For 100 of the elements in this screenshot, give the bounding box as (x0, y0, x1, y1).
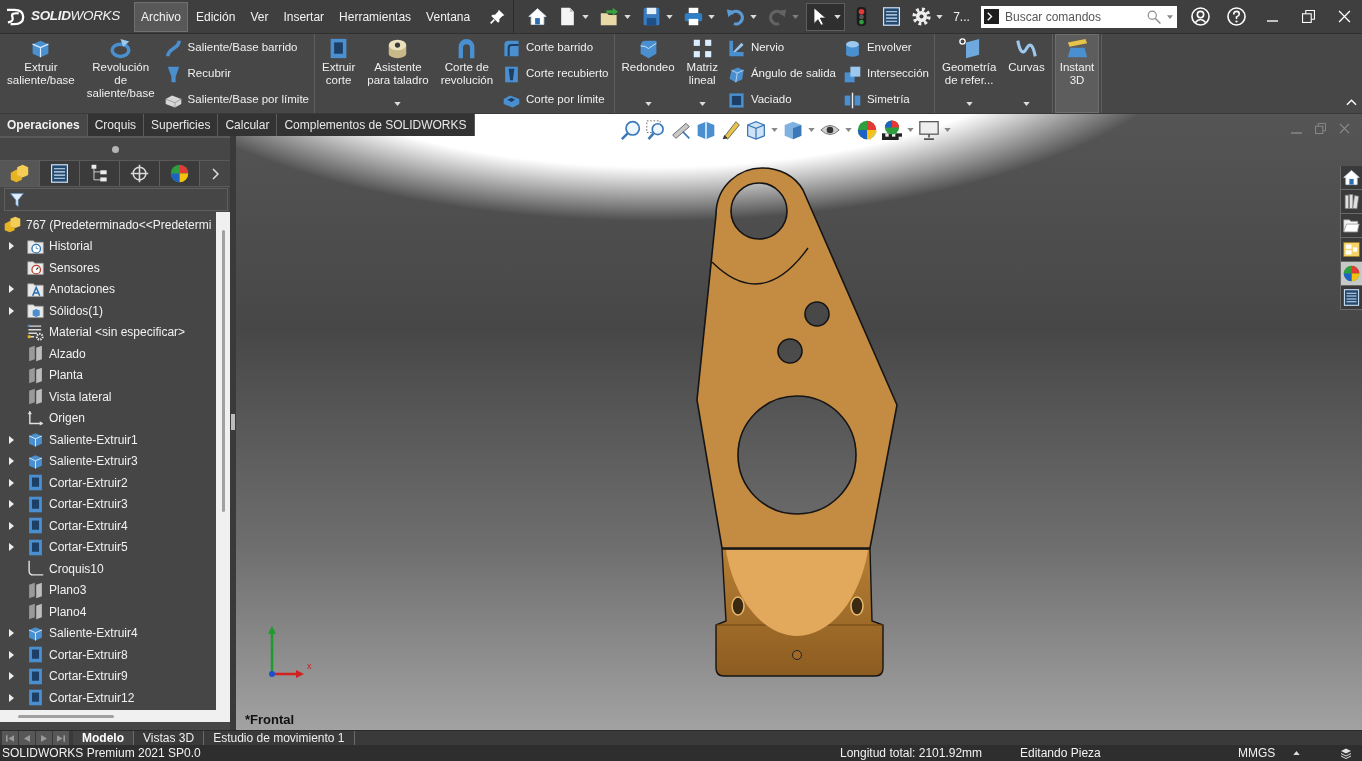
view-tool-button[interactable] (919, 119, 951, 141)
panel-tab[interactable] (40, 161, 80, 186)
ribbon-button[interactable]: Vaciado (724, 87, 839, 113)
search-input[interactable]: Buscar comandos (1005, 5, 1141, 28)
ribbon-button[interactable]: Saliente/Base por límite (161, 87, 312, 113)
search-icon (1147, 9, 1161, 24)
tree-item[interactable]: Historial (0, 235, 216, 257)
menu-item[interactable]: Ver (243, 1, 276, 32)
first-arrow-icon (6, 734, 14, 742)
pencil-icon (721, 120, 741, 140)
scrollbar-thumb[interactable] (221, 230, 225, 512)
tree-item[interactable]: Anotaciones (0, 278, 216, 300)
model-tab[interactable]: Modelo (73, 731, 134, 745)
ribbon-button[interactable]: Extruir saliente/base (2, 34, 80, 113)
ribbon-button[interactable]: Envolver (840, 35, 932, 61)
ribbon-button[interactable]: Corte por límite (500, 87, 612, 113)
vertical-scrollbar[interactable] (216, 212, 230, 710)
grid-squares-icon (691, 38, 713, 59)
command-tab[interactable]: Calcular (218, 114, 278, 136)
tree-item[interactable]: Plano4 (0, 601, 216, 623)
command-tab[interactable]: Superficies (144, 114, 219, 136)
tree-item[interactable]: Vista lateral (0, 386, 216, 408)
task-pane-tab[interactable] (1341, 166, 1362, 190)
part-icon (10, 164, 29, 183)
menu-item[interactable]: Edición (189, 1, 243, 32)
chevron-up-icon (1345, 98, 1357, 106)
tree-item[interactable]: Alzado (0, 343, 216, 365)
panel-tab[interactable] (80, 161, 120, 186)
tree-item[interactable]: Planta (0, 364, 216, 386)
command-tab[interactable]: Croquis (87, 114, 145, 136)
view-tool-button[interactable] (882, 119, 914, 141)
printer-icon (684, 7, 704, 26)
close-icon (1337, 10, 1351, 23)
ribbon-button[interactable]: Saliente/Base barrido (161, 35, 312, 61)
command-tab[interactable]: Operaciones (0, 114, 88, 136)
tree-item[interactable]: Material <sin especificar> (0, 321, 216, 343)
ribbon-button[interactable]: Corte barrido (500, 35, 612, 61)
tree-item[interactable]: Cortar-Extruir8 (0, 644, 216, 666)
command-tab[interactable]: Complementos de SOLIDWORKS (277, 114, 475, 136)
ribbon-button[interactable]: Matriz lineal (681, 34, 723, 113)
search-field[interactable]: Buscar comandos (981, 5, 1177, 28)
tree-item[interactable]: 767 (Predeterminado<<Predetermi (0, 214, 216, 236)
view-name: *Frontal (245, 712, 295, 727)
splitter-handle[interactable] (231, 414, 235, 430)
panel-tab[interactable] (0, 161, 40, 186)
caret-down-icon (750, 14, 758, 19)
tree-item[interactable]: Saliente-Extruir3 (0, 450, 216, 472)
ribbon-button[interactable]: Curvas (1003, 34, 1050, 113)
menu-item[interactable]: Ventana (419, 1, 478, 32)
product-version: SOLIDWORKS Premium 2021 SP0.0 (2, 746, 201, 760)
ring-icon (110, 38, 132, 59)
ribbon-button[interactable]: Ángulo de salida (724, 61, 839, 87)
tab-scroll-button[interactable] (36, 731, 52, 745)
ribbon-button[interactable]: Simetría (840, 87, 932, 113)
ribbon-button[interactable]: Corte recubierto (500, 61, 612, 87)
hollow-box-icon (727, 91, 745, 109)
ribbon-button[interactable]: Extruir corte (317, 34, 361, 113)
collapse-ribbon-button[interactable] (1344, 97, 1358, 107)
ribbon-button[interactable]: Corte de revolución (435, 34, 499, 113)
ribbon-button[interactable]: Recubrir (161, 61, 312, 87)
expand-arrow-icon (9, 242, 14, 251)
menu-item[interactable]: Archivo (134, 1, 188, 32)
crosshair-icon (130, 164, 149, 183)
menu-item[interactable]: Insertar (276, 1, 332, 32)
menu-item[interactable]: Herramientas (332, 1, 419, 32)
panel-tab[interactable] (160, 161, 200, 186)
ribbon-button[interactable]: Revolución de saliente/base (81, 34, 160, 113)
panel-tab[interactable] (120, 161, 160, 186)
tab-scroll-button[interactable] (19, 731, 35, 745)
pin-icon (489, 9, 505, 24)
ribbon-button[interactable]: Intersección (840, 61, 932, 87)
tree-item[interactable]: Origen (0, 407, 216, 429)
tree-item[interactable]: Cortar-Extruir2 (0, 472, 216, 494)
tree-item[interactable]: Sensores (0, 257, 216, 279)
ribbon-button[interactable]: Nervio (724, 35, 839, 61)
tab-scroll-button[interactable] (53, 731, 69, 745)
expand-arrow-icon (9, 543, 14, 552)
ribbon-button[interactable]: Geometría de refer... (936, 34, 1002, 113)
toolbar-button[interactable] (806, 2, 846, 31)
status-options-button[interactable] (1338, 746, 1354, 760)
tree-item[interactable]: Cortar-Extruir5 (0, 536, 216, 558)
tree-item[interactable]: Cortar-Extruir4 (0, 515, 216, 537)
ribbon-button[interactable]: Asistente para taladro (362, 34, 434, 113)
cut-box-icon (27, 689, 44, 707)
tree-item[interactable]: Cortar-Extruir3 (0, 493, 216, 515)
tree-item[interactable]: Saliente-Extruir4 (0, 622, 216, 644)
app-logo-icon (5, 7, 27, 26)
task-pane-tab[interactable] (1341, 286, 1362, 310)
tree-item[interactable]: Cortar-Extruir9 (0, 665, 216, 687)
ribbon-button[interactable]: Redondeo (616, 34, 680, 113)
horizontal-scrollbar[interactable] (0, 710, 230, 722)
tree-item[interactable]: Plano3 (0, 579, 216, 601)
tree-item[interactable]: Croquis10 (0, 558, 216, 580)
tree-item[interactable]: Saliente-Extruir1 (0, 429, 216, 451)
tab-scroll-button[interactable] (2, 731, 18, 745)
scrollbar-thumb[interactable] (18, 714, 114, 718)
tree-item[interactable]: Sólidos(1) (0, 300, 216, 322)
tree-item[interactable]: Cortar-Extruir12 (0, 687, 216, 709)
ribbon-button[interactable]: Instant 3D (1054, 34, 1100, 113)
caret-down-icon (965, 102, 973, 106)
